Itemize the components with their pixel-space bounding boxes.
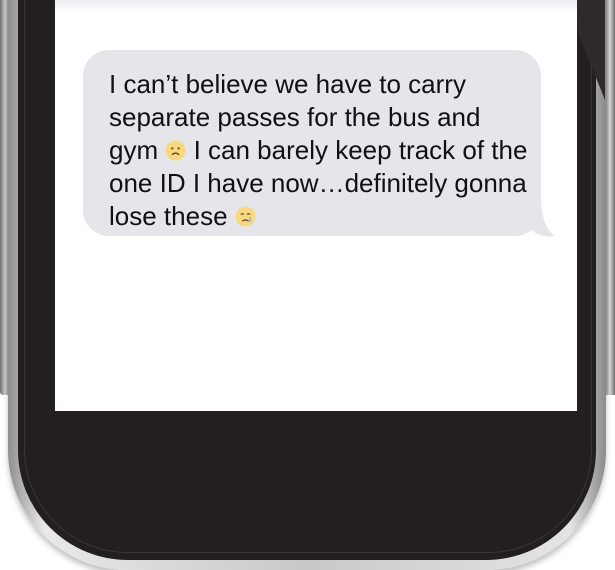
phone-side-edge-right — [605, 0, 615, 395]
frowning-face-icon — [165, 140, 186, 161]
message-text: I can’t believe we have to carry separat… — [109, 68, 529, 233]
message-bubble-tail — [529, 196, 555, 237]
screen-top-edge — [55, 0, 577, 12]
crying-face-icon — [235, 206, 256, 227]
phone-screen: I can’t believe we have to carry separat… — [55, 0, 577, 411]
